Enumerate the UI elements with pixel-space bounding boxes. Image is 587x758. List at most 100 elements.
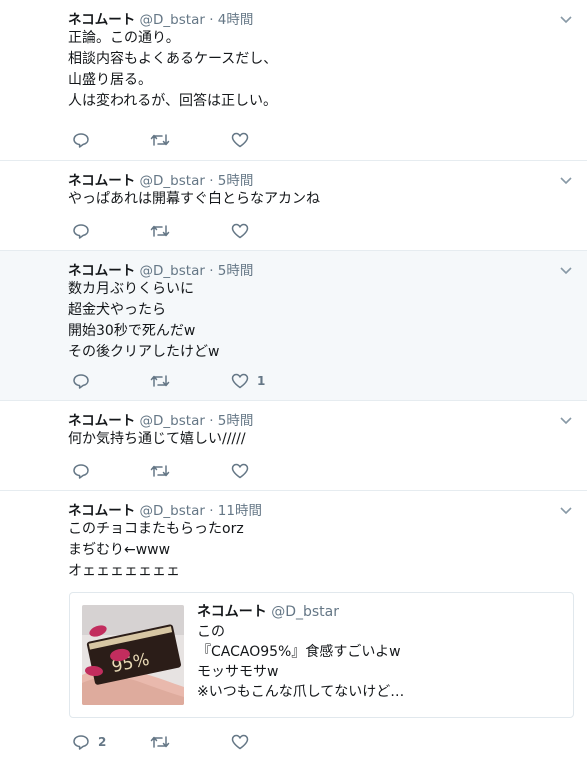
quoted-text-line: ※いつもこんな爪してないけど… <box>197 684 405 700</box>
like-button[interactable] <box>231 223 257 239</box>
chevron-down-icon[interactable] <box>559 415 573 425</box>
like-button[interactable] <box>231 132 257 148</box>
timestamp[interactable]: 4時間 <box>218 12 254 28</box>
tweet-text-line: このチョコまたもらったorz <box>68 521 244 537</box>
tweet[interactable]: ネコムート @D_bstar · 5時間 数カ月ぶりくらいに 超金犬やったら 開… <box>0 251 587 401</box>
timestamp[interactable]: 11時間 <box>218 503 262 519</box>
retweet-button[interactable] <box>150 223 178 239</box>
tweet-text-line: 相談内容もよくあるケースだし、 <box>68 51 278 67</box>
reply-button[interactable] <box>72 223 98 239</box>
chevron-down-icon[interactable] <box>559 505 573 515</box>
heart-icon <box>231 223 249 239</box>
tweet[interactable]: ネコムート @D_bstar · 11時間 このチョコまたもらったorz まぢむ… <box>0 491 587 758</box>
tweet-text-line: 超金犬やったら <box>68 302 166 318</box>
like-button[interactable]: 1 <box>231 373 265 389</box>
like-count: 1 <box>257 374 266 388</box>
reply-button[interactable] <box>72 373 98 389</box>
timestamp[interactable]: 5時間 <box>218 173 254 189</box>
reply-icon <box>73 224 89 239</box>
separator-dot: · <box>209 12 214 28</box>
retweet-icon <box>150 225 170 237</box>
quoted-tweet-text: この 『CACAO95%』食感すごいよw モッサモサw ※いつもこんな爪してない… <box>197 622 404 702</box>
author-handle[interactable]: @D_bstar <box>140 12 205 28</box>
author-handle[interactable]: @D_bstar <box>140 413 205 429</box>
tweet-text-line: その後クリアしたけどw <box>68 344 220 360</box>
tweet-text: 数カ月ぶりくらいに 超金犬やったら 開始30秒で死んだw その後クリアしたけどw <box>68 279 219 363</box>
timestamp[interactable]: 5時間 <box>218 263 254 279</box>
reply-icon <box>73 735 89 750</box>
tweet-text-line: 人は変われるが、回答は正しい。 <box>68 93 278 109</box>
separator-dot: · <box>209 173 214 189</box>
tweet[interactable]: ネコムート @D_bstar · 5時間 何か気持ち通じて嬉しい///// <box>0 401 587 491</box>
chevron-down-icon[interactable] <box>559 14 573 24</box>
heart-icon <box>231 373 249 389</box>
quoted-text-line: この <box>197 624 225 640</box>
tweet[interactable]: ネコムート @D_bstar · 5時間 やっぱあれは開幕すぐ白とらなアカンね <box>0 161 587 251</box>
separator-dot: · <box>209 413 214 429</box>
tweet-text-line: オェェェェェェェ <box>68 563 180 579</box>
retweet-icon <box>150 375 170 387</box>
tweet-text: やっぱあれは開幕すぐ白とらなアカンね <box>68 189 320 210</box>
retweet-icon <box>150 736 170 748</box>
quoted-author-handle: @D_bstar <box>271 604 339 620</box>
reply-button[interactable]: 2 <box>72 734 106 750</box>
tweet-text-line: 山盛り居る。 <box>68 72 152 88</box>
author-name[interactable]: ネコムート <box>68 263 135 279</box>
retweet-icon <box>150 134 170 146</box>
timestamp[interactable]: 5時間 <box>218 413 254 429</box>
author-handle[interactable]: @D_bstar <box>140 173 205 189</box>
heart-icon <box>231 132 249 148</box>
tweet-text: 何か気持ち通じて嬉しい///// <box>68 429 246 450</box>
separator-dot: · <box>209 263 214 279</box>
tweet-header: ネコムート @D_bstar · 4時間 <box>68 8 253 28</box>
tweet-actions <box>72 223 372 243</box>
quoted-text-line: モッサモサw <box>197 664 279 680</box>
chocolate-photo: 95% <box>82 605 184 705</box>
reply-icon <box>73 374 89 389</box>
reply-icon <box>73 133 89 148</box>
retweet-button[interactable] <box>150 373 178 389</box>
tweet-text-line: まぢむり←www <box>68 542 171 558</box>
tweet-header: ネコムート @D_bstar · 5時間 <box>68 259 253 279</box>
tweet[interactable]: ネコムート @D_bstar · 4時間 正論。この通り。 相談内容もよくあるケ… <box>0 0 587 161</box>
author-name[interactable]: ネコムート <box>68 413 135 429</box>
chevron-down-icon[interactable] <box>559 175 573 185</box>
tweet-text-line: やっぱあれは開幕すぐ白とらなアカンね <box>68 191 320 207</box>
author-handle[interactable]: @D_bstar <box>140 263 205 279</box>
tweet-actions <box>72 132 372 152</box>
tweet-actions <box>72 463 372 483</box>
quoted-text-line: 『CACAO95%』食感すごいよw <box>197 644 401 660</box>
retweet-button[interactable] <box>150 463 178 479</box>
tweet-actions: 1 <box>72 373 372 393</box>
retweet-button[interactable] <box>150 734 178 750</box>
separator-dot: · <box>209 503 214 519</box>
quoted-tweet[interactable]: 95% ネコムート @D_bstar この 『CACAO95%』食感すごいよw … <box>69 592 574 718</box>
like-button[interactable] <box>231 734 257 750</box>
tweet-header: ネコムート @D_bstar · 5時間 <box>68 169 253 189</box>
heart-icon <box>231 734 249 750</box>
tweet-text-line: 正論。この通り。 <box>68 30 180 46</box>
reply-button[interactable] <box>72 132 98 148</box>
chevron-down-icon[interactable] <box>559 265 573 275</box>
reply-icon <box>73 464 89 479</box>
quoted-tweet-header: ネコムート @D_bstar <box>197 601 339 621</box>
author-name[interactable]: ネコムート <box>68 173 135 189</box>
reply-button[interactable] <box>72 463 98 479</box>
tweet-text-line: 開始30秒で死んだw <box>68 323 196 339</box>
quoted-author-name: ネコムート <box>197 604 267 620</box>
tweet-text: このチョコまたもらったorz まぢむり←www オェェェェェェェ <box>68 519 244 582</box>
reply-count: 2 <box>98 735 107 749</box>
heart-icon <box>231 463 249 479</box>
tweet-text: 正論。この通り。 相談内容もよくあるケースだし、 山盛り居る。 人は変われるが、… <box>68 28 277 112</box>
tweet-text-line: 何か気持ち通じて嬉しい///// <box>68 431 246 447</box>
like-button[interactable] <box>231 463 257 479</box>
author-handle[interactable]: @D_bstar <box>140 503 205 519</box>
quoted-tweet-image[interactable]: 95% <box>82 605 184 705</box>
retweet-icon <box>150 465 170 477</box>
tweet-text-line: 数カ月ぶりくらいに <box>68 281 194 297</box>
author-name[interactable]: ネコムート <box>68 503 135 519</box>
tweet-header: ネコムート @D_bstar · 5時間 <box>68 409 253 429</box>
tweet-actions: 2 <box>72 734 372 754</box>
author-name[interactable]: ネコムート <box>68 12 135 28</box>
retweet-button[interactable] <box>150 132 178 148</box>
